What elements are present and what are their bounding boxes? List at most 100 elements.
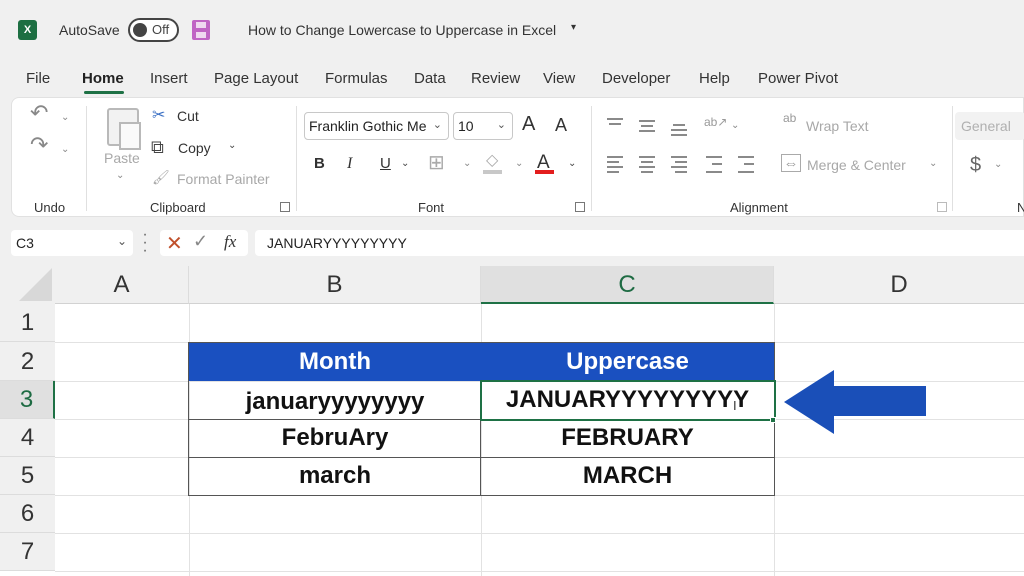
insert-function-button[interactable]: fx xyxy=(224,232,236,252)
fill-handle[interactable] xyxy=(770,417,776,423)
borders-icon[interactable]: ⊞ xyxy=(428,153,445,173)
autosave-toggle[interactable]: Off xyxy=(128,18,179,42)
top-align-icon[interactable] xyxy=(607,118,623,132)
cell-b2[interactable]: Month xyxy=(189,342,481,381)
tab-view[interactable]: View xyxy=(543,70,575,87)
number-format-select[interactable]: General xyxy=(955,112,1024,140)
group-separator xyxy=(591,106,592,211)
ribbon: ↶ ⌄ ↷ ⌄ Undo Paste ⌄ ✂ Cut ⧉ Copy ⌄ 🖌 Fo… xyxy=(11,97,1024,217)
font-size-select[interactable]: 10 ⌄ xyxy=(453,112,513,140)
tab-data[interactable]: Data xyxy=(414,70,446,87)
cancel-icon[interactable]: ✕ xyxy=(166,231,183,256)
redo-icon[interactable]: ↷ xyxy=(30,134,48,156)
orientation-icon[interactable]: ab↗ xyxy=(704,113,727,131)
column-header-a[interactable]: A xyxy=(55,266,189,304)
toggle-knob xyxy=(133,23,147,37)
autosave-label: AutoSave xyxy=(59,22,120,38)
row-header-5[interactable]: 5 xyxy=(0,457,55,495)
row-header-6[interactable]: 6 xyxy=(0,495,55,533)
row-header-2[interactable]: 2 xyxy=(0,342,55,381)
column-header-c[interactable]: C xyxy=(481,266,774,304)
arrow-shape xyxy=(784,370,926,434)
align-right-icon[interactable] xyxy=(671,156,687,173)
tab-home[interactable]: Home xyxy=(82,70,124,87)
chevron-down-icon[interactable]: ⌄ xyxy=(117,234,127,248)
merge-dropdown-icon[interactable]: ⌄ xyxy=(929,158,937,169)
undo-icon[interactable]: ↶ xyxy=(30,102,48,124)
row-header-3[interactable]: 3 xyxy=(0,381,55,419)
font-name-select[interactable]: Franklin Gothic Me ⌄ xyxy=(304,112,449,140)
tab-page-layout[interactable]: Page Layout xyxy=(214,70,298,87)
group-separator xyxy=(86,106,87,211)
font-launcher-icon[interactable] xyxy=(575,202,585,212)
row-header-4[interactable]: 4 xyxy=(0,419,55,457)
bold-button[interactable]: B xyxy=(314,155,325,172)
name-box-value: C3 xyxy=(16,235,34,251)
cell-b3[interactable]: januaryyyyyyyy xyxy=(189,381,481,419)
align-left-icon[interactable] xyxy=(607,156,623,173)
align-center-icon[interactable] xyxy=(639,156,655,173)
grow-font-button[interactable]: A xyxy=(522,113,535,136)
borders-dropdown-icon[interactable]: ⌄ xyxy=(463,158,471,169)
select-all-button[interactable] xyxy=(0,266,55,304)
increase-indent-icon[interactable] xyxy=(738,156,754,173)
italic-button[interactable]: I xyxy=(347,155,352,173)
fill-color-icon[interactable]: ◇ xyxy=(486,152,498,170)
tab-help[interactable]: Help xyxy=(699,70,730,87)
cell-c5[interactable]: MARCH xyxy=(481,457,774,495)
column-header-b[interactable]: B xyxy=(189,266,481,304)
row-header-7[interactable]: 7 xyxy=(0,533,55,571)
undo-dropdown-icon[interactable]: ⌄ xyxy=(61,112,69,123)
row-header-1[interactable]: 1 xyxy=(0,304,55,342)
name-box[interactable]: C3 ⌄ xyxy=(11,230,133,256)
paste-icon[interactable] xyxy=(107,108,141,150)
active-tab-indicator xyxy=(84,91,124,94)
underline-dropdown-icon[interactable]: ⌄ xyxy=(401,158,409,169)
document-title[interactable]: How to Change Lowercase to Uppercase in … xyxy=(248,22,556,38)
cut-button[interactable]: Cut xyxy=(177,108,199,124)
cell-b4[interactable]: FebruAry xyxy=(189,419,481,457)
decrease-indent-icon[interactable] xyxy=(706,156,722,173)
underline-button[interactable]: U xyxy=(380,155,391,172)
more-options-icon[interactable]: · · · xyxy=(142,227,148,259)
undo-group-label: Undo xyxy=(34,200,66,215)
cell-b5[interactable]: march xyxy=(189,457,481,495)
tab-power-pivot[interactable]: Power Pivot xyxy=(758,70,838,87)
formula-input[interactable]: JANUARYYYYYYYYY xyxy=(255,230,1024,256)
fill-color-dropdown-icon[interactable]: ⌄ xyxy=(515,158,523,169)
wrap-text-icon: ab xyxy=(783,111,797,125)
orientation-dropdown-icon[interactable]: ⌄ xyxy=(731,120,739,131)
font-name-value: Franklin Gothic Me xyxy=(309,118,427,134)
cell-c2[interactable]: Uppercase xyxy=(481,342,774,381)
clipboard-launcher-icon[interactable] xyxy=(280,202,290,212)
cell-c4[interactable]: FEBRUARY xyxy=(481,419,774,457)
font-color-dropdown-icon[interactable]: ⌄ xyxy=(568,158,576,169)
wrap-text-button[interactable]: Wrap Text xyxy=(806,118,869,134)
merge-center-button[interactable]: Merge & Center xyxy=(807,157,906,173)
currency-button[interactable]: $ xyxy=(970,154,981,177)
bottom-align-icon[interactable] xyxy=(671,120,687,136)
tab-file[interactable]: File xyxy=(26,70,50,87)
column-header-d[interactable]: D xyxy=(774,266,1024,304)
alignment-launcher-icon[interactable] xyxy=(937,202,947,212)
font-size-value: 10 xyxy=(458,118,474,134)
tab-developer[interactable]: Developer xyxy=(602,70,670,87)
tab-formulas[interactable]: Formulas xyxy=(325,70,388,87)
tab-review[interactable]: Review xyxy=(471,70,520,87)
enter-icon[interactable]: ✓ xyxy=(193,231,208,252)
copy-dropdown-icon[interactable]: ⌄ xyxy=(228,140,236,151)
redo-dropdown-icon[interactable]: ⌄ xyxy=(61,144,69,155)
paste-dropdown-icon[interactable]: ⌄ xyxy=(116,170,124,181)
paste-button[interactable]: Paste xyxy=(104,150,140,166)
annotation-arrow-icon xyxy=(784,370,926,434)
shrink-font-button[interactable]: A xyxy=(555,115,567,136)
gridline xyxy=(55,533,1024,534)
format-painter-button[interactable]: Format Painter xyxy=(177,171,270,187)
currency-dropdown-icon[interactable]: ⌄ xyxy=(994,159,1002,170)
tab-insert[interactable]: Insert xyxy=(150,70,188,87)
copy-button[interactable]: Copy xyxy=(178,140,211,156)
cell-c3[interactable]: JANUARYYYYYYYYY xyxy=(481,381,774,419)
chevron-down-icon[interactable]: ▾ xyxy=(571,22,576,33)
save-icon[interactable] xyxy=(192,20,210,40)
middle-align-icon[interactable] xyxy=(639,118,655,132)
